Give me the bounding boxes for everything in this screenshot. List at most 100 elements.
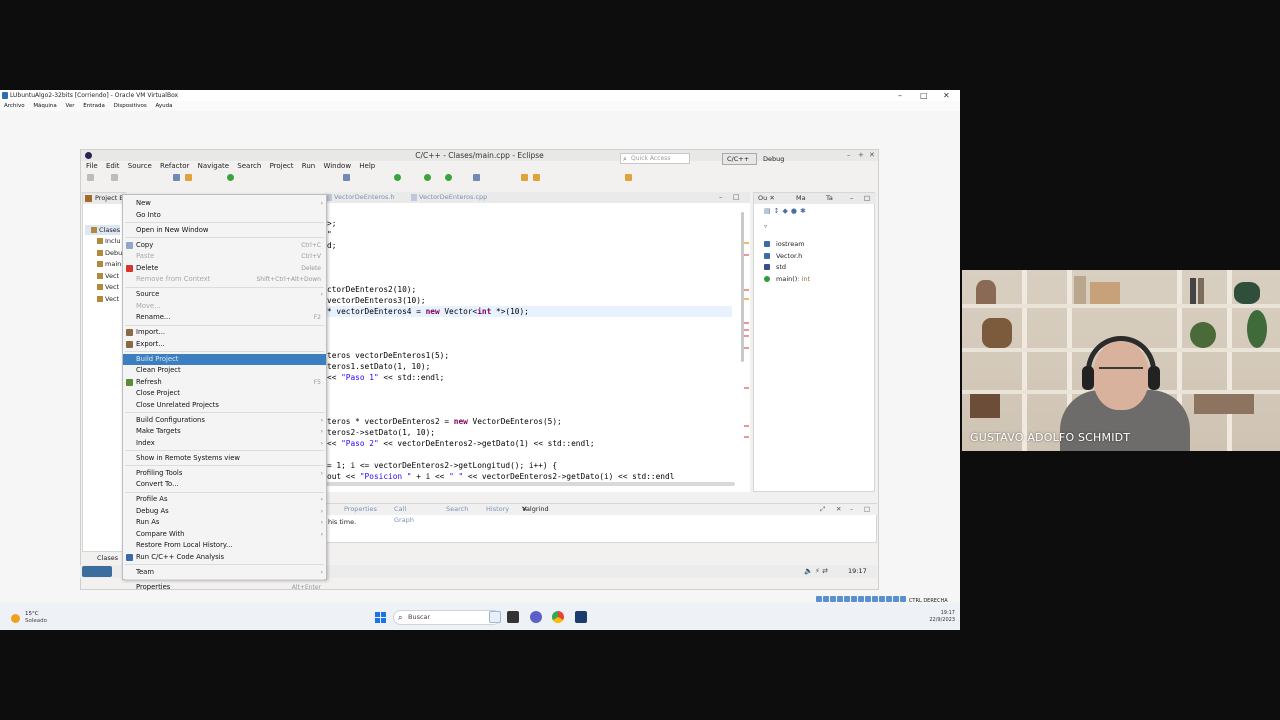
tree-item-vector-1[interactable]: Vect bbox=[91, 271, 119, 281]
maximize-icon[interactable]: □ bbox=[920, 90, 928, 101]
overview-marker[interactable] bbox=[744, 347, 749, 349]
outline-item-iostream[interactable]: iostream bbox=[764, 239, 805, 249]
editor-maximize-icon[interactable]: □ bbox=[733, 192, 740, 203]
context-menu-item-index[interactable]: Index › bbox=[123, 438, 326, 449]
code-line[interactable]: out << "Posicion " + i << " " << vectorD… bbox=[327, 471, 674, 482]
outline-item-std[interactable]: std bbox=[764, 262, 786, 272]
lubuntu-menu-icon[interactable] bbox=[82, 566, 112, 577]
overview-marker[interactable] bbox=[744, 425, 749, 427]
tree-item-debug[interactable]: Debu bbox=[91, 248, 122, 258]
tab-make[interactable]: Ma bbox=[796, 193, 806, 204]
tab-tasks[interactable]: Ta bbox=[826, 193, 833, 204]
context-menu-item-open-in-new-window[interactable]: Open in New Window bbox=[123, 225, 326, 236]
context-menu-item-close-project[interactable]: Close Project bbox=[123, 388, 326, 399]
outline-minimize-icon[interactable]: – bbox=[850, 193, 853, 204]
tab-valgrind[interactable]: Valgrind ✕ bbox=[522, 504, 549, 515]
context-menu-item-build-project[interactable]: Build Project bbox=[123, 353, 326, 365]
context-menu-item-delete[interactable]: Delete Delete bbox=[123, 263, 326, 274]
chrome-icon[interactable] bbox=[552, 611, 564, 623]
code-line[interactable]: teros vectorDeEnteros1(5); bbox=[327, 350, 449, 361]
context-menu-item-run-as[interactable]: Run As › bbox=[123, 517, 326, 528]
tree-item-includes[interactable]: Inclu bbox=[91, 236, 121, 246]
context-menu-item-paste[interactable]: Paste Ctrl+V bbox=[123, 251, 326, 262]
teams-icon[interactable] bbox=[530, 611, 542, 623]
tree-item-clases[interactable]: Clases bbox=[85, 225, 121, 235]
editor-minimize-icon[interactable]: – bbox=[719, 192, 723, 203]
context-menu-item-team[interactable]: Team › bbox=[123, 567, 326, 578]
context-menu-item-source[interactable]: Source › bbox=[123, 289, 326, 300]
menu-archivo[interactable]: Archivo bbox=[4, 103, 25, 109]
view-menu-icon[interactable]: ▿ bbox=[764, 223, 767, 230]
code-line[interactable]: = 1; i <= vectorDeEnteros2->getLongitud(… bbox=[327, 460, 557, 471]
context-menu-item-debug-as[interactable]: Debug As › bbox=[123, 506, 326, 517]
context-menu-item-profiling-tools[interactable]: Profiling Tools › bbox=[123, 468, 326, 479]
tree-item-main[interactable]: main bbox=[91, 259, 121, 269]
code-line[interactable]: vectorDeEnteros3(10); bbox=[327, 295, 426, 306]
tree-item-vector-3[interactable]: Vect bbox=[91, 294, 119, 304]
weather-widget[interactable]: 15°C Soleado bbox=[9, 611, 69, 627]
virtualbox-taskbar-icon[interactable] bbox=[575, 611, 587, 623]
context-menu-item-profile-as[interactable]: Profile As › bbox=[123, 494, 326, 505]
context-menu-item-make-targets[interactable]: Make Targets › bbox=[123, 426, 326, 437]
context-menu-item-build-configurations[interactable]: Build Configurations › bbox=[123, 415, 326, 426]
menu-ayuda[interactable]: Ayuda bbox=[155, 103, 172, 109]
context-menu-item-remove-from-context[interactable]: Remove from Context Shift+Ctrl+Alt+Down bbox=[123, 274, 326, 285]
context-menu-item-go-into[interactable]: Go Into bbox=[123, 210, 326, 221]
outline-maximize-icon[interactable]: □ bbox=[864, 193, 870, 204]
context-menu-item-export[interactable]: Export... bbox=[123, 339, 326, 350]
context-menu-item-convert-to[interactable]: Convert To... bbox=[123, 479, 326, 490]
overview-marker[interactable] bbox=[744, 298, 749, 300]
overview-marker[interactable] bbox=[744, 329, 749, 331]
menu-maquina[interactable]: Máquina bbox=[33, 103, 56, 109]
code-line[interactable]: * vectorDeEnteros4 = new Vector<int *>(1… bbox=[327, 306, 732, 317]
context-menu-item-properties[interactable]: Properties Alt+Enter bbox=[123, 582, 326, 593]
code-line[interactable]: << "Paso 1" << std::endl; bbox=[327, 372, 444, 383]
sort-icon[interactable]: ↕ bbox=[774, 207, 783, 215]
overview-marker[interactable] bbox=[744, 387, 749, 389]
code-line[interactable]: teros1.setDato(1, 10); bbox=[327, 361, 430, 372]
system-clock[interactable]: 19:17 22/9/2023 bbox=[905, 610, 955, 624]
code-line[interactable]: d; bbox=[327, 240, 336, 251]
overview-marker[interactable] bbox=[744, 289, 749, 291]
horizontal-scrollbar[interactable] bbox=[325, 482, 735, 486]
code-line[interactable]: ctorDeEnteros2(10); bbox=[327, 284, 416, 295]
menu-dispositivos[interactable]: Dispositivos bbox=[114, 103, 147, 109]
context-menu-item-run-c-c-code-analysis[interactable]: Run C/C++ Code Analysis bbox=[123, 552, 326, 563]
panel-clear-icon[interactable]: ✕ bbox=[836, 504, 841, 515]
vertical-scrollbar[interactable] bbox=[741, 212, 744, 362]
project-bottom-label[interactable]: Clases bbox=[87, 553, 118, 563]
tree-item-vector-2[interactable]: Vect bbox=[91, 282, 119, 292]
file-explorer-icon[interactable] bbox=[507, 611, 519, 623]
outline-item-main[interactable]: main(): int bbox=[764, 274, 810, 284]
project-explorer-tab[interactable]: Project E bbox=[83, 193, 127, 204]
tab-outline[interactable]: Ou ✕ bbox=[758, 193, 775, 204]
close-icon[interactable]: ✕ bbox=[943, 90, 950, 101]
overview-marker[interactable] bbox=[744, 322, 749, 324]
context-menu-item-compare-with[interactable]: Compare With › bbox=[123, 529, 326, 540]
context-menu-item-restore-from-local-history[interactable]: Restore From Local History... bbox=[123, 540, 326, 551]
context-menu-item-rename[interactable]: Rename... F2 bbox=[123, 312, 326, 323]
code-editor[interactable]: VectorDeEnteros.h VectorDeEnteros.cpp – … bbox=[325, 192, 750, 492]
widgets-icon[interactable] bbox=[489, 611, 501, 623]
minimize-icon[interactable]: – bbox=[898, 90, 902, 101]
panel-maximize-icon[interactable]: □ bbox=[864, 504, 870, 515]
tab-vectordeenteros-h[interactable]: VectorDeEnteros.h bbox=[325, 192, 395, 203]
menu-ver[interactable]: Ver bbox=[66, 103, 75, 109]
context-menu-item-move[interactable]: Move... bbox=[123, 301, 326, 312]
panel-menu-icon[interactable]: ⤢ bbox=[820, 504, 825, 515]
overview-marker[interactable] bbox=[744, 242, 749, 244]
overview-marker[interactable] bbox=[744, 335, 749, 337]
context-menu-item-copy[interactable]: Copy Ctrl+C bbox=[123, 240, 326, 251]
tab-vectordeenteros-cpp[interactable]: VectorDeEnteros.cpp bbox=[410, 192, 487, 203]
windows-start-icon[interactable] bbox=[375, 612, 386, 623]
taskbar-search[interactable]: ⌕ Buscar bbox=[393, 610, 501, 625]
context-menu-item-new[interactable]: New › bbox=[123, 198, 326, 209]
overview-marker[interactable] bbox=[744, 254, 749, 256]
overview-marker[interactable] bbox=[744, 436, 749, 438]
outline-item-vector-h[interactable]: Vector.h bbox=[764, 251, 802, 261]
context-menu-item-import[interactable]: Import... bbox=[123, 327, 326, 338]
code-line[interactable]: >; bbox=[327, 218, 336, 229]
panel-minimize-icon[interactable]: – bbox=[850, 504, 853, 515]
context-menu-item-show-in-remote-systems-view[interactable]: Show in Remote Systems view bbox=[123, 453, 326, 464]
context-menu-item-refresh[interactable]: Refresh F5 bbox=[123, 377, 326, 388]
